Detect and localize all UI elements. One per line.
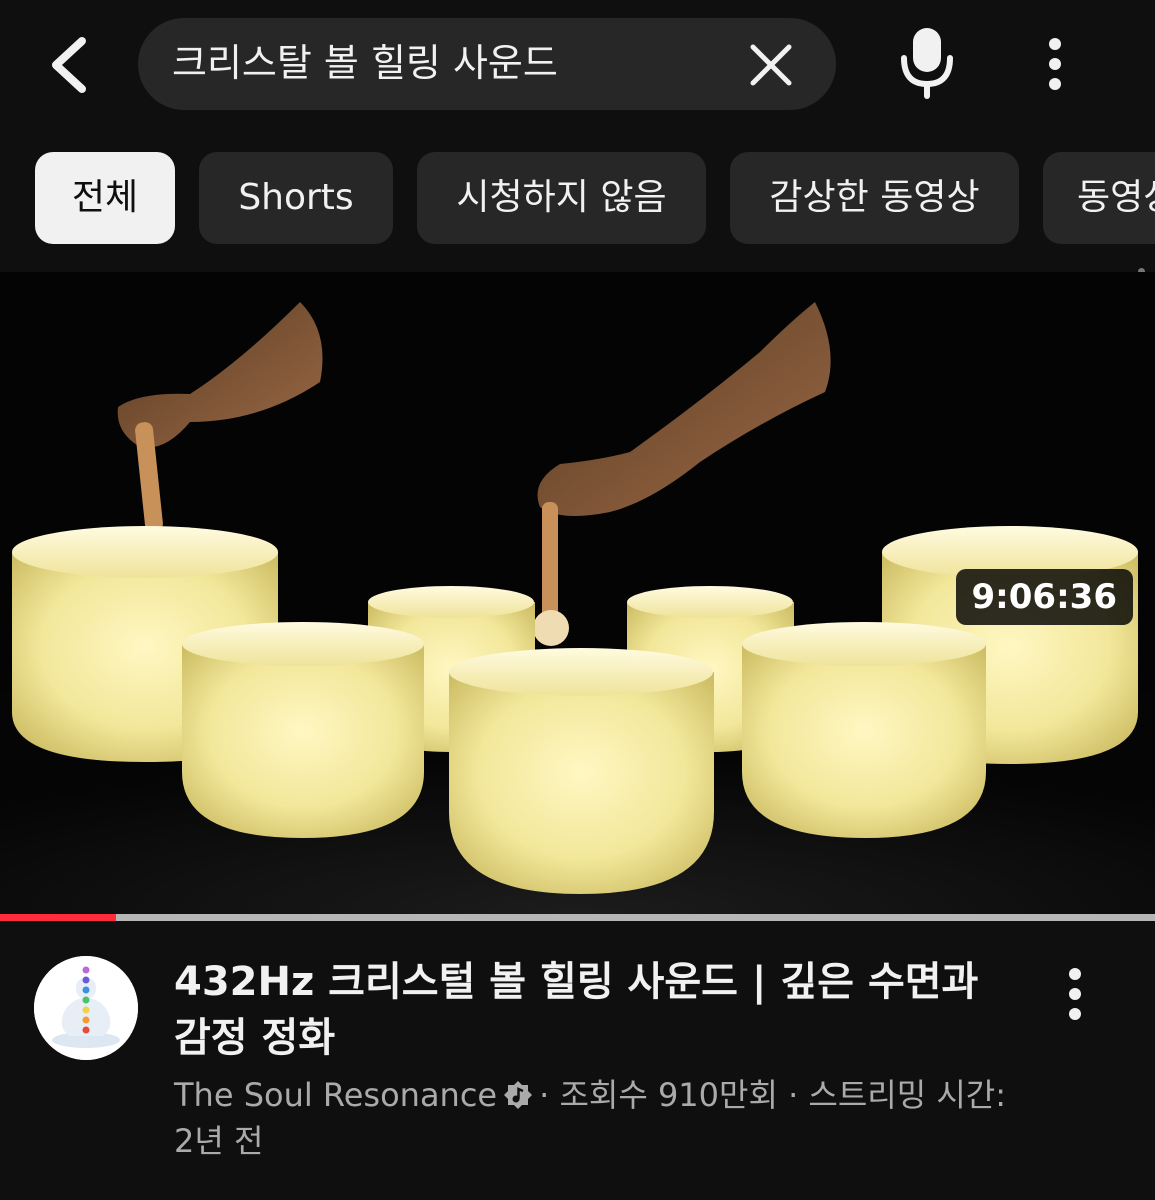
channel-name[interactable]: The Soul Resonance [174,1076,497,1114]
chip-all[interactable]: 전체 [35,152,175,244]
chip-watched[interactable]: 감상한 동영상 [730,152,1019,244]
view-count: · 조회수 910만회 · 스트리밍 시간: [539,1076,1007,1114]
chevron-left-icon [52,37,86,93]
microphone-icon[interactable] [896,24,958,100]
top-bar: 크리스탈 볼 힐링 사운드 [0,0,1155,130]
watch-progress [0,914,1155,921]
filter-chips: 전체 Shorts 시청하지 않음 감상한 동영상 동영상 [0,152,1155,244]
video-meta: 432Hz 크리스털 볼 힐링 사운드 | 깊은 수면과 감정 정화 The S… [0,940,1155,1200]
duration-badge: 9:06:36 [955,569,1133,625]
chip-videos[interactable]: 동영상 [1043,152,1155,244]
chip-shorts[interactable]: Shorts [199,152,393,244]
more-vertical-icon[interactable] [1030,36,1080,96]
search-query: 크리스탈 볼 힐링 사운드 [172,41,558,85]
verified-music-icon [504,1081,533,1109]
video-title[interactable]: 432Hz 크리스털 볼 힐링 사운드 | 깊은 수면과 감정 정화 [174,954,994,1066]
channel-logo [34,956,138,1060]
avatar[interactable] [34,956,138,1060]
divider [0,246,1155,272]
watch-progress-fill [0,914,116,921]
upload-age: 2년 전 [174,1122,264,1160]
more-vertical-icon[interactable] [1050,966,1100,1026]
close-icon[interactable] [748,42,794,88]
chip-unwatched[interactable]: 시청하지 않음 [417,152,706,244]
search-input[interactable]: 크리스탈 볼 힐링 사운드 [138,18,836,110]
video-subtitle: The Soul Resonance · 조회수 910만회 · 스트리밍 시간… [174,1072,1034,1164]
back-button[interactable] [38,30,98,100]
